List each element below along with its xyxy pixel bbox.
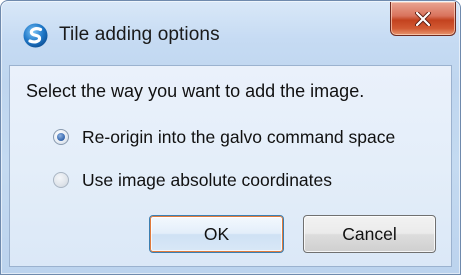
window-title: Tile adding options — [59, 24, 220, 45]
close-icon — [415, 11, 431, 26]
app-logo-icon — [23, 23, 48, 48]
option-label[interactable]: Use image absolute coordinates — [82, 170, 332, 191]
close-button[interactable] — [390, 2, 456, 36]
dialog-prompt: Select the way you want to add the image… — [26, 81, 365, 101]
radio-button-unselected[interactable] — [53, 172, 69, 188]
title-bar[interactable]: Tile adding options — [1, 1, 460, 65]
option-reorigin[interactable]: Re-origin into the galvo command space — [53, 125, 395, 149]
option-absolute-coordinates[interactable]: Use image absolute coordinates — [53, 168, 332, 192]
option-label[interactable]: Re-origin into the galvo command space — [82, 127, 395, 148]
cancel-button[interactable]: Cancel — [303, 215, 436, 253]
ok-button[interactable]: OK — [149, 215, 284, 253]
radio-button-selected[interactable] — [53, 129, 69, 145]
